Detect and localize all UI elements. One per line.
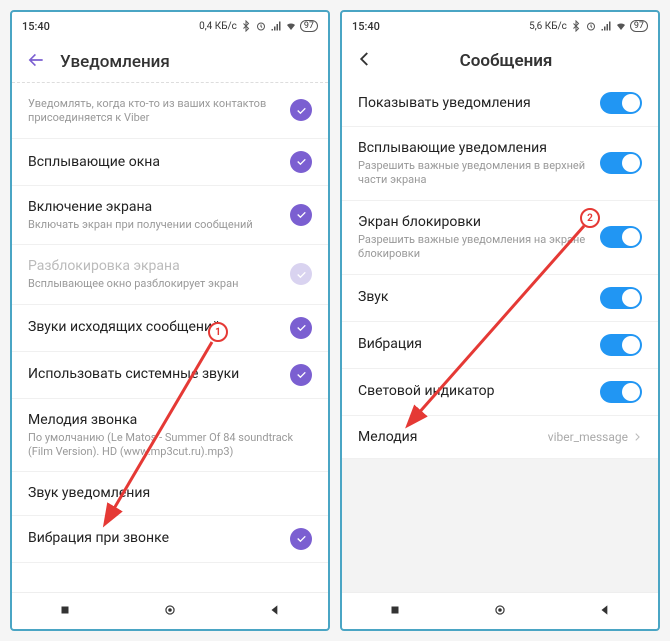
row-popup[interactable]: Всплывающие окна: [12, 139, 328, 186]
check-icon[interactable]: [290, 99, 312, 121]
header: Сообщения: [342, 40, 658, 80]
phone-right: 15:40 5,6 КБ/с 97 Сообщения Показывать у…: [340, 10, 660, 631]
row-sound[interactable]: Звук: [342, 275, 658, 322]
back-icon[interactable]: [26, 50, 46, 74]
page-title: Сообщения: [388, 51, 624, 71]
toggle[interactable]: [600, 334, 642, 356]
row-system-sounds[interactable]: Использовать системные звуки: [12, 352, 328, 399]
toggle[interactable]: [600, 92, 642, 114]
toggle[interactable]: [600, 381, 642, 403]
check-icon[interactable]: [290, 364, 312, 386]
row-lock-screen[interactable]: Экран блокировки Разрешить важные уведомл…: [342, 201, 658, 275]
alarm-icon: [255, 20, 267, 32]
row-title: Показывать уведомления: [358, 94, 590, 112]
row-contact-joined[interactable]: Уведомлять, когда кто-то из ваших контак…: [12, 82, 328, 139]
row-title: Мелодия: [358, 428, 538, 446]
signal-icon: [600, 20, 612, 32]
battery-icon: 97: [300, 20, 318, 32]
nav-recent-icon[interactable]: [388, 602, 402, 621]
row-title: Вибрация при звонке: [28, 529, 280, 547]
row-show-notifications[interactable]: Показывать уведомления: [342, 80, 658, 127]
row-vibration[interactable]: Вибрация при звонке: [12, 516, 328, 563]
row-title: Вибрация: [358, 335, 590, 353]
status-speed: 5,6 КБ/с: [529, 21, 567, 32]
row-title: Всплывающие уведомления: [358, 139, 590, 157]
status-time: 15:40: [352, 20, 380, 33]
row-sub: Разрешить важные уведомления в верхней ч…: [358, 159, 590, 188]
row-sub: По умолчанию (Le Matos - Summer Of 84 so…: [28, 431, 312, 460]
row-value: viber_message: [548, 430, 642, 444]
wifi-icon: [615, 20, 627, 32]
status-bar: 15:40 5,6 КБ/с 97: [342, 12, 658, 40]
toggle[interactable]: [600, 152, 642, 174]
nav-bar: [342, 592, 658, 629]
phone-left: 15:40 0,4 КБ/с 97 Уведомления Уведомлять…: [10, 10, 330, 631]
nav-recent-icon[interactable]: [58, 602, 72, 621]
nav-back-icon[interactable]: [268, 602, 282, 621]
row-title: Разблокировка экрана: [28, 257, 280, 275]
toggle[interactable]: [600, 226, 642, 248]
row-sub: Уведомлять, когда кто-то из ваших контак…: [28, 97, 280, 126]
row-melody[interactable]: Мелодия viber_message: [342, 416, 658, 459]
wifi-icon: [285, 20, 297, 32]
row-title: Звук уведомления: [28, 484, 312, 502]
row-title: Звук: [358, 288, 590, 306]
row-led[interactable]: Световой индикатор: [342, 369, 658, 416]
status-icons: 5,6 КБ/с 97: [529, 20, 648, 32]
row-title: Включение экрана: [28, 198, 280, 216]
check-icon[interactable]: [290, 204, 312, 226]
row-title: Всплывающие окна: [28, 153, 280, 171]
row-value-text: viber_message: [548, 430, 628, 444]
check-icon[interactable]: [290, 151, 312, 173]
row-title: Мелодия звонка: [28, 411, 312, 429]
alarm-icon: [585, 20, 597, 32]
chevron-right-icon: [632, 432, 642, 442]
nav-home-icon[interactable]: [493, 602, 507, 621]
nav-home-icon[interactable]: [163, 602, 177, 621]
check-icon[interactable]: [290, 317, 312, 339]
bluetooth-icon: [570, 20, 582, 32]
settings-list: Уведомлять, когда кто-то из ваших контак…: [12, 82, 328, 592]
check-icon[interactable]: [290, 528, 312, 550]
row-outgoing-sounds[interactable]: Звуки исходящих сообщений: [12, 305, 328, 352]
row-sub: Разрешить важные уведомления на экране б…: [358, 233, 590, 262]
page-title: Уведомления: [60, 52, 170, 72]
battery-icon: 97: [630, 20, 648, 32]
annotation-badge-1: 1: [208, 322, 228, 342]
settings-list: Показывать уведомления Всплывающие уведо…: [342, 80, 658, 592]
row-vibration[interactable]: Вибрация: [342, 322, 658, 369]
row-sub: Включать экран при получении сообщений: [28, 218, 280, 232]
status-speed: 0,4 КБ/с: [199, 21, 237, 32]
nav-back-icon[interactable]: [598, 602, 612, 621]
toggle[interactable]: [600, 287, 642, 309]
row-notification-sound[interactable]: Звук уведомления: [12, 472, 328, 515]
row-unlock: Разблокировка экрана Всплывающее окно раз…: [12, 245, 328, 304]
row-sub: Всплывающее окно разблокирует экран: [28, 277, 280, 291]
nav-bar: [12, 592, 328, 629]
row-title: Экран блокировки: [358, 213, 590, 231]
header: Уведомления: [12, 40, 328, 82]
annotation-badge-2: 2: [580, 208, 600, 228]
status-bar: 15:40 0,4 КБ/с 97: [12, 12, 328, 40]
row-screen-on[interactable]: Включение экрана Включать экран при получ…: [12, 186, 328, 245]
status-icons: 0,4 КБ/с 97: [199, 20, 318, 32]
empty-area: [342, 459, 658, 592]
row-title: Использовать системные звуки: [28, 365, 280, 383]
check-icon: [290, 263, 312, 285]
row-heads-up[interactable]: Всплывающие уведомления Разрешить важные …: [342, 127, 658, 201]
bluetooth-icon: [240, 20, 252, 32]
signal-icon: [270, 20, 282, 32]
back-icon[interactable]: [356, 50, 374, 72]
row-title: Звуки исходящих сообщений: [28, 318, 280, 336]
status-time: 15:40: [22, 20, 50, 33]
row-title: Световой индикатор: [358, 382, 590, 400]
row-ringtone[interactable]: Мелодия звонка По умолчанию (Le Matos - S…: [12, 399, 328, 473]
